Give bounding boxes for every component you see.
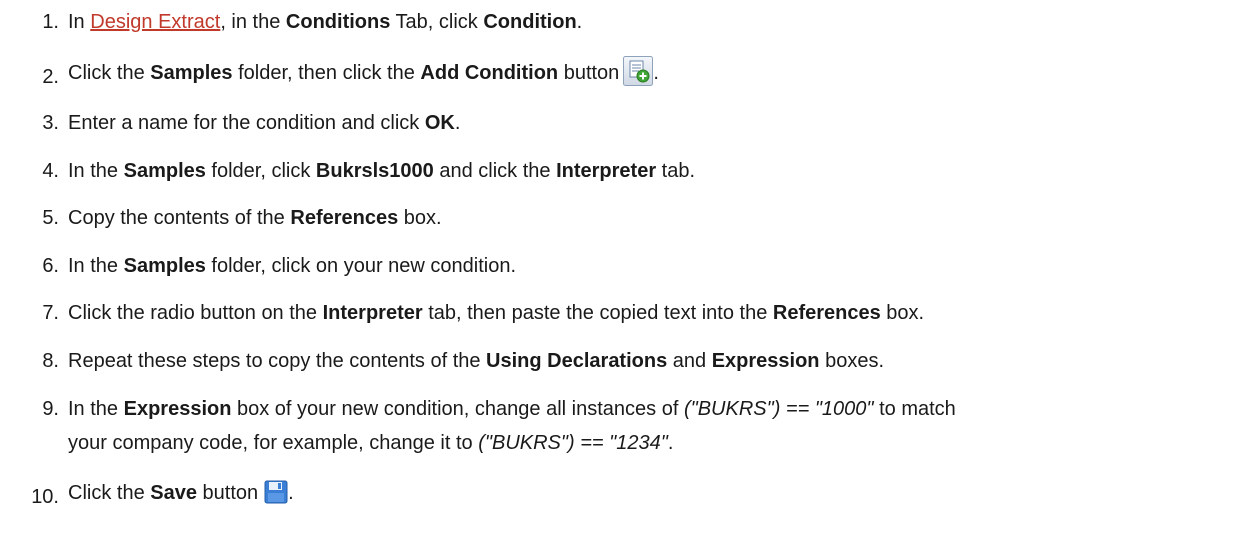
step-number: 10. [31, 486, 59, 508]
design-extract-link[interactable]: Design Extract [90, 11, 220, 33]
step-text: Copy the contents of the References box. [68, 207, 442, 229]
step-text: Click the Save button. [68, 478, 294, 508]
step-number: 1. [42, 11, 59, 33]
step-text: Click the Samples folder, then click the… [68, 55, 659, 88]
code-snippet: ("BUKRS") == "1234" [478, 432, 668, 454]
step-text: In the Samples folder, click Bukrsls1000… [68, 160, 696, 182]
step-text: In the Samples folder, click on your new… [68, 255, 517, 277]
code-snippet: ("BUKRS") == "1000" [683, 398, 874, 420]
save-floppy-icon [264, 480, 288, 504]
step-text: Repeat these steps to copy the contents … [68, 350, 885, 372]
step-text: Click the radio button on the Interprete… [68, 302, 925, 324]
step-number: 4. [42, 160, 59, 182]
step-number: 9. [42, 398, 59, 420]
step-number: 5. [42, 207, 59, 229]
step-text: In Design Extract, in the Conditions Tab… [68, 11, 583, 33]
step-text: your company code, for example, change i… [68, 432, 674, 454]
step-number: 3. [42, 112, 59, 134]
instruction-steps: 1. In Design Extract, in the Conditions … [0, 0, 1240, 544]
step-number: 7. [42, 302, 59, 324]
step-number: 2. [42, 66, 59, 88]
step-number: 8. [42, 350, 59, 372]
step-number: 6. [42, 255, 59, 277]
step-text: Enter a name for the condition and click… [68, 112, 461, 134]
step-text: In the Expression box of your new condit… [68, 398, 956, 420]
add-condition-icon [623, 55, 654, 86]
